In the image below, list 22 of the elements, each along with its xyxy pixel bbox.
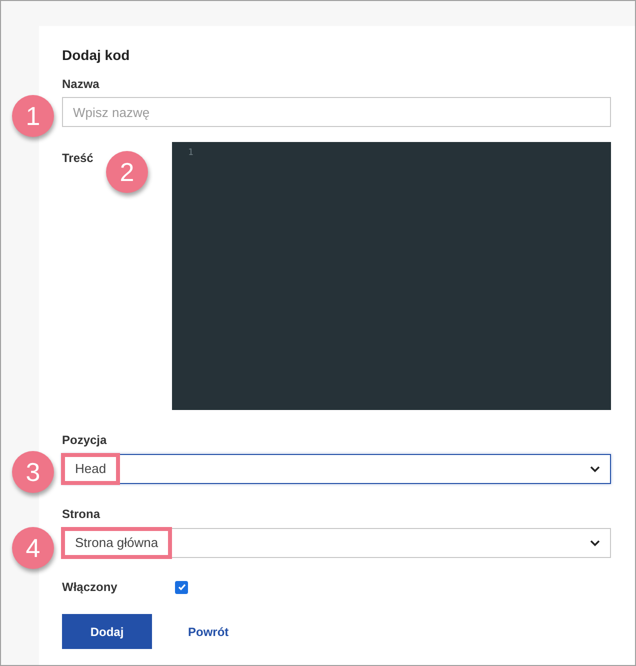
name-input-field[interactable]: Wpisz nazwę: [62, 97, 611, 127]
field-label: Nazwa: [62, 77, 100, 91]
checkbox-label: Włączony: [62, 580, 118, 594]
field-label: Strona: [62, 507, 102, 521]
form-title: Dodaj kod: [62, 47, 131, 63]
chevron-down-icon: [590, 540, 600, 546]
checkmark-icon: [176, 582, 186, 592]
callout-marker: 4: [12, 527, 54, 569]
callout-marker: 1: [12, 95, 54, 137]
back-link[interactable]: Powrót: [188, 624, 229, 638]
chevron-down-icon: [590, 466, 600, 472]
dropdown[interactable]: Head: [62, 454, 611, 484]
highlight-box: Strona główna: [61, 527, 172, 559]
line-number: 1: [188, 148, 194, 158]
submit-button[interactable]: Dodaj: [62, 614, 152, 649]
callout-marker: 2: [106, 151, 148, 193]
callout-marker: 3: [12, 451, 54, 493]
checkbox[interactable]: [175, 580, 188, 594]
dropdown[interactable]: Strona główna: [62, 528, 611, 558]
field-label: Pozycja: [62, 433, 108, 447]
field-label: Treść: [62, 151, 94, 165]
highlight-box: Head: [61, 453, 120, 485]
